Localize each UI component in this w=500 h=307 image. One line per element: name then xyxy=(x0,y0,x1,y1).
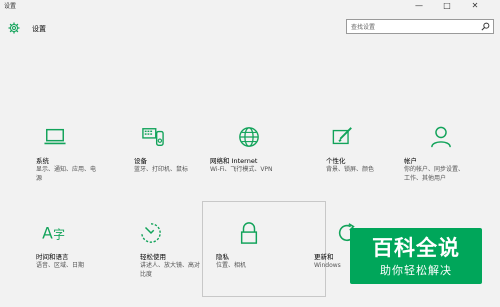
person-icon xyxy=(431,126,451,148)
time-language-icon: A 字 xyxy=(42,225,65,243)
tile-network-name: 网络和 Internet xyxy=(210,157,258,165)
watermark-title: 百科全说 xyxy=(372,236,460,260)
watermark-subtitle: 助你轻松解决 xyxy=(380,264,452,277)
svg-text:字: 字 xyxy=(53,228,65,242)
maximize-button[interactable]: □ xyxy=(435,0,459,13)
tile-system[interactable]: 系统 显示、通知、应用、电 源 xyxy=(36,126,136,186)
tile-system-desc: 显示、通知、应用、电 源 xyxy=(36,166,97,182)
tile-accounts[interactable]: 帐户 你的帐户、同步设置、 工作、其他用户 xyxy=(404,126,500,186)
tile-devices-name: 设备 xyxy=(134,157,147,165)
tile-system-name: 系统 xyxy=(36,157,49,165)
gear-icon xyxy=(8,22,20,34)
tile-time-language-name: 时间和语言 xyxy=(36,253,69,261)
tile-accounts-name: 帐户 xyxy=(404,157,417,165)
tile-update-security-name: 更新和 xyxy=(314,253,334,261)
minimize-button[interactable]: — xyxy=(407,0,431,13)
tile-network[interactable]: 网络和 Internet Wi-Fi、飞行模式、VPN xyxy=(210,126,310,186)
tile-time-language-desc: 语音、区域、日期 xyxy=(36,262,85,269)
tile-ease-of-access-name: 轻松使用 xyxy=(140,253,166,261)
close-button[interactable]: ✕ xyxy=(463,0,487,13)
page-title: 设置 xyxy=(32,25,46,33)
tile-update-security-desc: Windows xyxy=(314,262,341,269)
tile-devices-desc: 蓝牙、打印机、鼠标 xyxy=(134,166,189,173)
tile-network-desc: Wi-Fi、飞行模式、VPN xyxy=(210,166,273,173)
tile-ease-of-access-desc: 讲述人、放大镜、高对 比度 xyxy=(140,262,201,278)
title-bar: 设置 — □ ✕ xyxy=(0,0,500,13)
svg-text:A: A xyxy=(42,225,53,243)
tile-personalization-desc: 背景、锁屏、颜色 xyxy=(326,166,375,173)
tile-privacy-name: 隐私 xyxy=(216,253,229,261)
watermark-badge: 百科全说 助你轻松解决 xyxy=(350,228,482,284)
tile-personalization-name: 个性化 xyxy=(326,157,346,165)
search-input[interactable]: 查找设置 xyxy=(346,19,494,34)
tile-privacy-desc: 位置、相机 xyxy=(216,262,247,269)
search-icon[interactable] xyxy=(481,22,490,31)
lock-icon xyxy=(240,222,258,244)
laptop-icon xyxy=(44,128,66,145)
globe-icon xyxy=(239,127,259,147)
search-placeholder: 查找设置 xyxy=(351,24,376,31)
devices-icon xyxy=(142,128,164,146)
paint-icon xyxy=(332,127,352,145)
tile-accounts-desc: 你的帐户、同步设置、 工作、其他用户 xyxy=(404,166,465,182)
window-title: 设置 xyxy=(4,3,17,10)
tile-privacy[interactable]: 隐私 位置、相机 xyxy=(216,222,316,282)
ease-of-access-icon xyxy=(141,223,161,243)
tile-time-language[interactable]: A 字 时间和语言 语音、区域、日期 xyxy=(36,222,136,282)
